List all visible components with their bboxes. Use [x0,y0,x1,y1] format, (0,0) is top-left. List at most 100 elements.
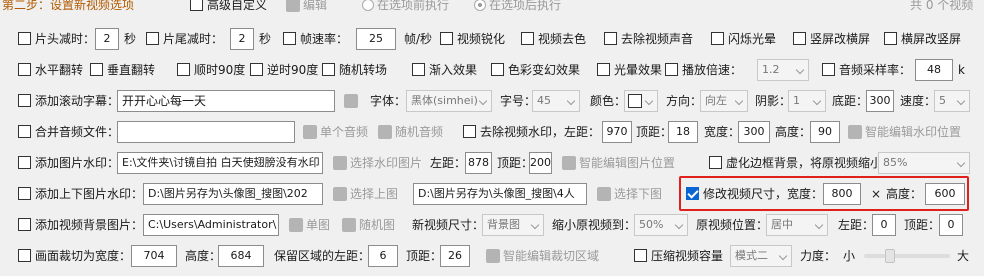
row-crop: 画面裁切为宽度： 704 高度： 684 保留区域的左距： 6 顶距： 26 智… [0,240,984,271]
exec-after-radio[interactable]: 在选项后执行 [474,0,561,14]
decolor-checkbox[interactable]: 视频去色 [521,30,586,48]
shadow-select[interactable]: 1 [788,89,826,112]
image-icon [289,217,303,232]
font-size-select[interactable]: 45 [532,89,580,112]
speed-checkbox[interactable]: 播放倍速： [665,61,742,79]
new-size-select[interactable]: 背景图 [482,213,544,236]
fps-input[interactable]: 25 [356,27,396,50]
magic-wand-icon [848,124,862,139]
select-watermark-image-button[interactable]: 选择水印图片 [333,154,422,172]
bottom-image-path[interactable]: D:\图片另存为\头像图_搜图\4人 [413,182,587,205]
row-background-image: 添加视频背景图片： C:\Users\Administrator\ 单图 随机图… [0,209,984,240]
subtitle-edit-icon[interactable] [344,94,358,108]
crop-width-input[interactable]: 704 [131,244,177,267]
remove-watermark-checkbox[interactable]: 去除视频水印，左距： [463,123,600,141]
vflip-checkbox[interactable]: 垂直翻转 [90,61,155,79]
shrink-select[interactable]: 50% [634,213,688,236]
tail-trim-input[interactable]: 2 [230,27,254,50]
fps-checkbox[interactable]: 帧速率： [283,30,348,48]
smart-crop-button[interactable]: 智能编辑裁切区域 [486,247,599,265]
sample-rate-unit: k [958,62,965,77]
cw90-checkbox[interactable]: 顺时90度 [177,61,245,79]
smart-watermark-button[interactable]: 智能编辑水印位置 [848,123,961,141]
random-image-button[interactable]: 随机图 [342,216,395,234]
compress-checkbox[interactable]: 压缩视频容量 [634,247,723,265]
shadow-label: 阴影： [755,93,792,108]
smart-image-position-button[interactable]: 智能编辑图片位置 [562,154,675,172]
bg-left-input[interactable]: 0 [872,213,896,236]
flash-checkbox[interactable]: 闪烁光晕 [711,30,776,48]
edit-button[interactable]: 编辑 [286,0,327,14]
image-left-input[interactable]: 878 [465,151,492,174]
row-scroll-subtitle: 添加滚动字幕： 开开心心每一天 字体： 黑体(simhei) 字号： 45 颜色… [0,85,984,116]
fps-unit: 帧/秒 [404,31,433,46]
highlight-box [679,176,969,211]
advanced-custom-checkbox[interactable]: 高级自定义 [190,0,267,14]
random-audio-button[interactable]: 随机音频 [378,123,443,141]
audio-file-input[interactable] [117,120,295,143]
remove-audio-checkbox[interactable]: 去除视频声音 [604,30,693,48]
merge-audio-checkbox[interactable]: 合并音频文件： [18,123,119,141]
crop-height-input[interactable]: 684 [218,244,264,267]
direction-select[interactable]: 向左 [700,89,748,112]
shrink-label: 缩小原视频到： [552,217,637,232]
top-image-path[interactable]: D:\图片另存为\头像图_搜图\202 [143,182,323,205]
crop-top-input[interactable]: 26 [440,244,470,267]
single-image-button[interactable]: 单图 [289,216,330,234]
scroll-subtitle-checkbox[interactable]: 添加滚动字幕： [18,92,119,110]
sample-rate-input[interactable]: 48 [915,58,953,81]
head-trim-input[interactable]: 2 [95,27,119,50]
image-icon [333,186,347,201]
background-image-checkbox[interactable]: 添加视频背景图片： [18,216,143,234]
strength-slider-track[interactable] [864,253,950,258]
select-bottom-image-button[interactable]: 选择下图 [597,185,662,203]
top-bottom-image-checkbox[interactable]: 添加上下图片水印： [18,185,143,203]
header-row: 第二步：设置新视频选项 高级自定义 编辑 在选项前执行 在选项后执行 共 0 个… [0,0,984,16]
tail-trim-checkbox[interactable]: 片尾减时： [146,30,223,48]
single-audio-button[interactable]: 单个音频 [303,123,368,141]
ccw90-checkbox[interactable]: 逆时90度 [250,61,318,79]
select-top-image-button[interactable]: 选择上图 [333,185,398,203]
v2h-checkbox[interactable]: 竖屏改横屏 [793,30,870,48]
color-change-checkbox[interactable]: 色彩变幻效果 [491,61,580,79]
hflip-checkbox[interactable]: 水平翻转 [18,61,83,79]
scroll-speed-select[interactable]: 5 [934,89,970,112]
strength-slider-handle[interactable] [884,248,895,263]
position-select[interactable]: 居中 [766,213,828,236]
position-label: 原视频位置： [696,217,769,232]
speaker-icon [303,124,317,139]
background-image-path[interactable]: C:\Users\Administrator\ [143,213,279,236]
watermark-image-path[interactable]: E:\文件夹\讨镜自拍 白天使翅膀没有水印 [117,151,323,174]
watermark-left-input[interactable]: 970 [602,120,632,143]
sharpen-checkbox[interactable]: 视频锐化 [440,30,505,48]
watermark-height-input[interactable]: 90 [810,120,840,143]
fade-in-checkbox[interactable]: 渐入效果 [412,61,477,79]
random-transition-checkbox[interactable]: 随机转场 [322,61,387,79]
exec-before-radio[interactable]: 在选项前执行 [362,0,449,14]
bg-top-input[interactable]: 0 [939,213,963,236]
watermark-width-input[interactable]: 300 [738,120,770,143]
h2v-checkbox[interactable]: 横屏改竖屏 [884,30,961,48]
compress-mode-select[interactable]: 模式二 [730,244,792,267]
subtitle-text-input[interactable]: 开开心心每一天 [117,89,335,112]
crop-checkbox[interactable]: 画面裁切为宽度： [18,247,131,265]
sample-rate-checkbox[interactable]: 音频采样率： [822,61,911,79]
watermark-top-input[interactable]: 18 [668,120,698,143]
video-count: 共 0 个视频 [910,0,974,12]
image-top-input[interactable]: 200 [529,151,552,174]
head-trim-checkbox[interactable]: 片头减时： [18,30,95,48]
edit-icon [286,0,300,12]
color-select[interactable] [624,89,658,112]
bottom-label: 底距： [832,93,869,108]
direction-label: 方向： [666,93,703,108]
font-size-label: 字号： [500,93,537,108]
image-watermark-checkbox[interactable]: 添加图片水印： [18,154,119,172]
blur-background-checkbox[interactable]: 虚化边框背景，将原视频缩小到： [709,154,906,172]
image-top-label: 顶距： [497,155,534,170]
font-select[interactable]: 黑体(simhei) [406,89,492,112]
light-effect-checkbox[interactable]: 光暈效果 [597,61,662,79]
bottom-input[interactable]: 300 [866,89,894,112]
crop-left-input[interactable]: 6 [368,244,398,267]
speed-select[interactable]: 1.2 [757,58,809,81]
blur-scale-select[interactable]: 85% [878,151,970,174]
